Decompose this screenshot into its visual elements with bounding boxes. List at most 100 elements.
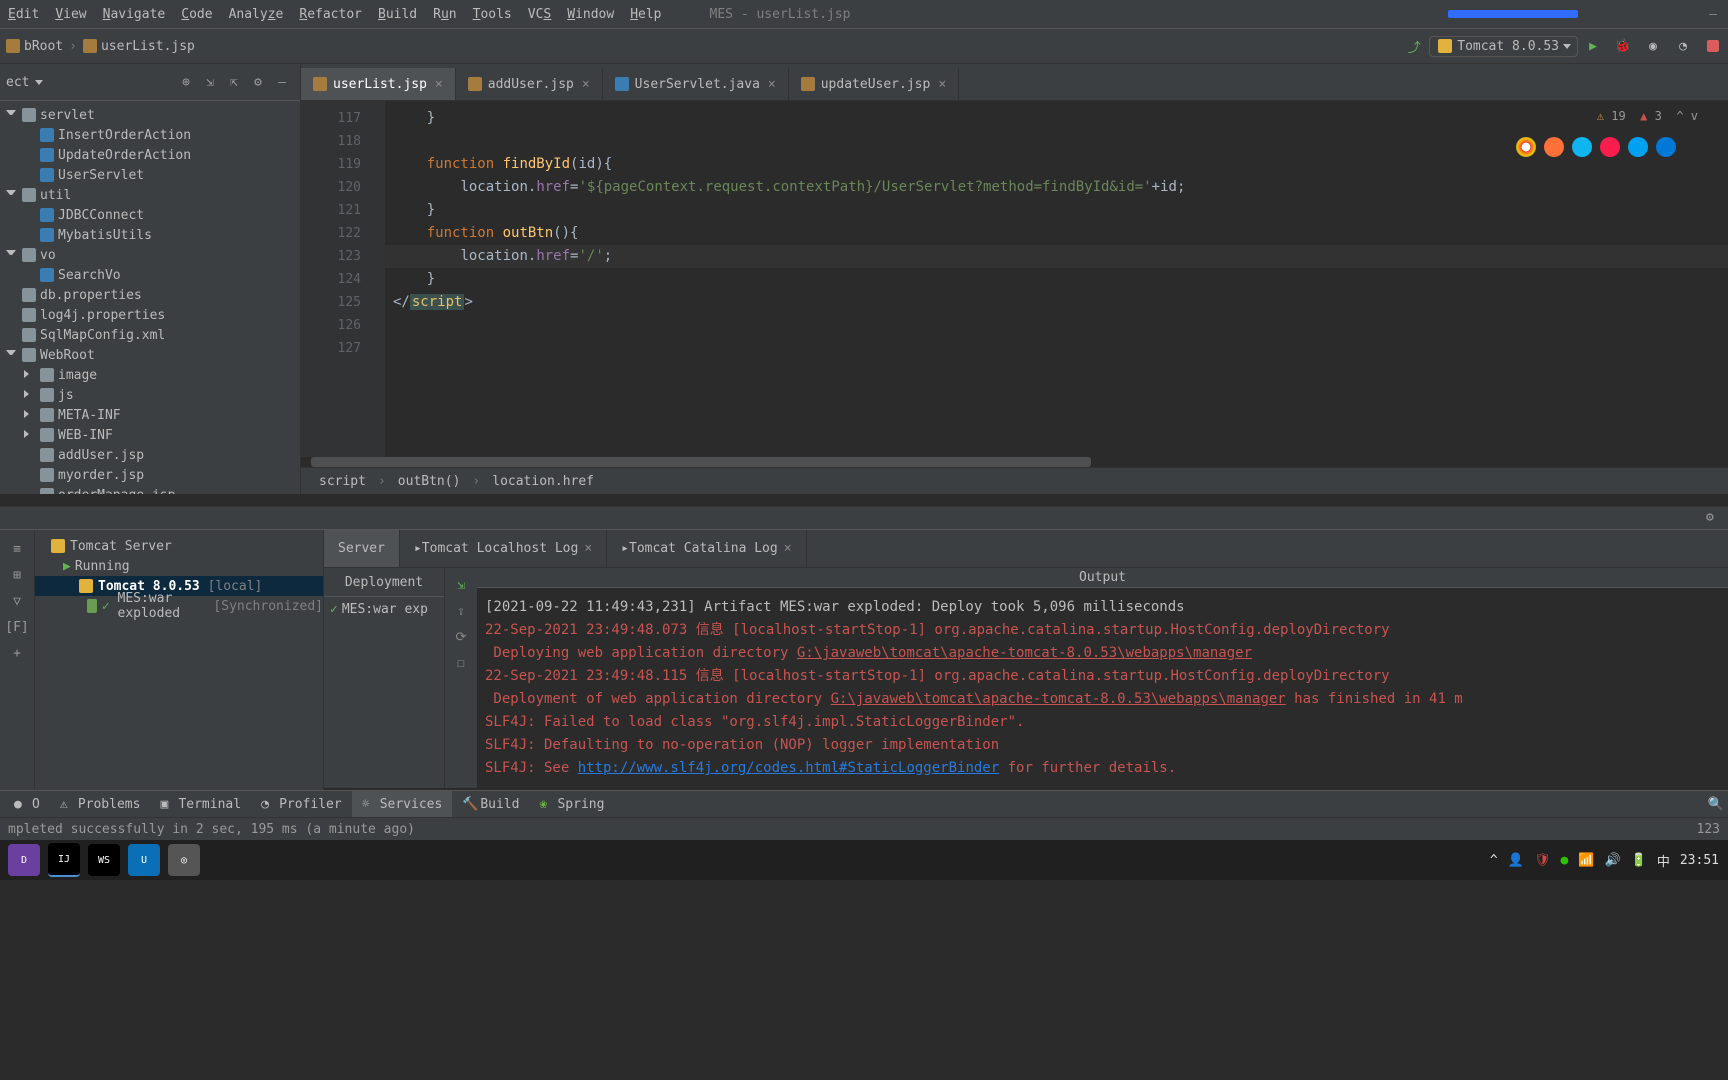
slf4j-link[interactable]: http://www.slf4j.org/codes.html#StaticLo… xyxy=(578,760,999,776)
menu-run[interactable]: Run xyxy=(425,7,464,22)
tree-ordermanage-jsp[interactable]: orderManage.jsp xyxy=(0,485,300,494)
editor-hscroll[interactable] xyxy=(301,457,1728,467)
filter-icon[interactable]: ≡ xyxy=(7,539,27,559)
close-icon[interactable]: × xyxy=(435,77,443,92)
minimize-button[interactable]: — xyxy=(1698,7,1728,22)
tray-ime[interactable]: 中 xyxy=(1657,851,1670,870)
tray-people-icon[interactable]: 👤 xyxy=(1508,853,1524,868)
opera-icon[interactable] xyxy=(1600,137,1620,157)
hide-tool-window-icon[interactable]: — xyxy=(272,72,292,92)
system-tray[interactable]: ^ 👤 🛡 ● 📶 🔊 🔋 中 23:51 xyxy=(1485,851,1724,870)
menu-edit[interactable]: Edit xyxy=(0,7,47,22)
project-tree[interactable]: servletInsertOrderActionUpdateOrderActio… xyxy=(0,101,300,494)
tab-tomcat-catalina-log[interactable]: ▸ Tomcat Catalina Log × xyxy=(607,530,806,567)
tray-volume-icon[interactable]: 🔊 xyxy=(1604,853,1620,868)
menu-window[interactable]: Window xyxy=(559,7,622,22)
service-artifact[interactable]: ✓ MES:war exploded [Synchronized] xyxy=(35,596,323,616)
filter-funnel-icon[interactable]: ▽ xyxy=(7,591,27,611)
menu-build[interactable]: Build xyxy=(370,7,425,22)
editor-breadcrumb[interactable]: script› outBtn()› location.href xyxy=(301,467,1728,494)
tray-battery-icon[interactable]: 🔋 xyxy=(1631,853,1647,868)
tab-build[interactable]: 🔨Build xyxy=(452,791,529,817)
tree-userservlet[interactable]: UserServlet xyxy=(0,165,300,185)
select-opened-file-icon[interactable]: ⊕ xyxy=(176,72,196,92)
editor-tab-adduser-jsp[interactable]: addUser.jsp× xyxy=(456,68,603,100)
tray-clock[interactable]: 23:51 xyxy=(1680,853,1719,868)
firefox-icon[interactable] xyxy=(1544,137,1564,157)
taskbar-app1[interactable]: D xyxy=(8,844,40,876)
editor-tab-userservlet-java[interactable]: UserServlet.java× xyxy=(603,68,789,100)
menu-code[interactable]: Code xyxy=(173,7,220,22)
tree-meta-inf[interactable]: META-INF xyxy=(0,405,300,425)
path-link[interactable]: G:\javaweb\tomcat\apache-tomcat-8.0.53\w… xyxy=(831,691,1286,707)
taskbar-app5[interactable]: ◎ xyxy=(168,844,200,876)
chevron-down-icon[interactable] xyxy=(35,80,43,85)
tree-insertorderaction[interactable]: InsertOrderAction xyxy=(0,125,300,145)
debug-button[interactable]: 🐞 xyxy=(1610,33,1636,59)
tab-problems[interactable]: ⚠Problems xyxy=(50,791,151,817)
project-view-label[interactable]: ect xyxy=(6,75,29,90)
open-in-browsers[interactable] xyxy=(1512,137,1680,157)
close-icon[interactable]: × xyxy=(768,77,776,92)
code-content[interactable]: } function findById(id){ location.href='… xyxy=(385,101,1728,457)
taskbar-webstorm[interactable]: WS xyxy=(88,844,120,876)
tree-webroot[interactable]: WebRoot xyxy=(0,345,300,365)
tab-spring[interactable]: ❀Spring xyxy=(529,791,614,817)
tab-terminal[interactable]: ▣Terminal xyxy=(150,791,251,817)
tab-todo[interactable]: ●O xyxy=(4,791,50,817)
tree-util[interactable]: util xyxy=(0,185,300,205)
path-link[interactable]: G:\javaweb\tomcat\apache-tomcat-8.0.53\w… xyxy=(797,645,1252,661)
profile-button[interactable]: ◔ xyxy=(1670,33,1696,59)
run-config-dropdown[interactable]: Tomcat 8.0.53 xyxy=(1429,36,1578,57)
build-hammer-icon[interactable]: ⤴ xyxy=(1401,33,1427,59)
nav-crumb-file[interactable]: userList.jsp xyxy=(77,39,201,54)
taskbar-app4[interactable]: U xyxy=(128,844,160,876)
close-icon[interactable]: × xyxy=(938,77,946,92)
coverage-button[interactable]: ◉ xyxy=(1640,33,1666,59)
editor-tab-userlist-jsp[interactable]: userList.jsp× xyxy=(301,68,456,100)
tree-adduser-jsp[interactable]: addUser.jsp xyxy=(0,445,300,465)
deploy-icon[interactable]: ⇲ xyxy=(452,576,470,594)
stop-button[interactable] xyxy=(1700,33,1726,59)
tab-server[interactable]: Server xyxy=(324,530,400,567)
menu-refactor[interactable]: Refactor xyxy=(291,7,370,22)
menu-vcs[interactable]: VCS xyxy=(520,7,559,22)
service-running-group[interactable]: ▶Running xyxy=(35,556,323,576)
search-icon[interactable] xyxy=(1708,797,1724,812)
tray-expand-icon[interactable]: ^ xyxy=(1490,853,1498,868)
menu-view[interactable]: View xyxy=(47,7,94,22)
tab-services[interactable]: ☼Services xyxy=(352,791,453,817)
status-line-indicator[interactable]: 123 xyxy=(1697,822,1720,837)
service-tomcat-server[interactable]: Tomcat Server xyxy=(35,536,323,556)
group-icon[interactable]: [F] xyxy=(7,617,27,637)
edge-icon[interactable] xyxy=(1656,137,1676,157)
inspection-widget[interactable]: ⚠ 19 ▲ 3 ^ v xyxy=(1597,105,1698,128)
browser-icon[interactable]: ☐ xyxy=(452,654,470,672)
gear-icon[interactable] xyxy=(1706,510,1722,526)
tree-jdbcconnect[interactable]: JDBCConnect xyxy=(0,205,300,225)
tray-wifi-icon[interactable]: 📶 xyxy=(1578,853,1594,868)
tree-servlet[interactable]: servlet xyxy=(0,105,300,125)
editor-tab-updateuser-jsp[interactable]: updateUser.jsp× xyxy=(789,68,959,100)
tree-web-inf[interactable]: WEB-INF xyxy=(0,425,300,445)
expand-all-icon[interactable]: ⇲ xyxy=(200,72,220,92)
services-tree[interactable]: Tomcat Server ▶Running Tomcat 8.0.53 [lo… xyxy=(35,530,324,790)
tree-myorder-jsp[interactable]: myorder.jsp xyxy=(0,465,300,485)
tray-wechat-icon[interactable]: ● xyxy=(1560,853,1568,868)
undeploy-icon[interactable]: ⇪ xyxy=(452,602,470,620)
menu-navigate[interactable]: Navigate xyxy=(95,7,174,22)
menu-analyze[interactable]: Analyze xyxy=(221,7,292,22)
tab-profiler[interactable]: ◔Profiler xyxy=(251,791,352,817)
safari-icon[interactable] xyxy=(1572,137,1592,157)
gear-icon[interactable] xyxy=(248,72,268,92)
taskbar-intellij[interactable]: IJ xyxy=(48,843,80,877)
add-icon[interactable]: + xyxy=(7,643,27,663)
run-button[interactable]: ▶ xyxy=(1580,33,1606,59)
refresh-icon[interactable]: ⟳ xyxy=(452,628,470,646)
code-editor[interactable]: 117118119120121122123124125126127 } func… xyxy=(301,101,1728,457)
menu-tools[interactable]: Tools xyxy=(465,7,520,22)
tab-tomcat-localhost-log[interactable]: ▸ Tomcat Localhost Log × xyxy=(400,530,607,567)
tree-log4j-properties[interactable]: log4j.properties xyxy=(0,305,300,325)
tree-image[interactable]: image xyxy=(0,365,300,385)
nav-crumb-root[interactable]: bRoot xyxy=(0,39,69,54)
